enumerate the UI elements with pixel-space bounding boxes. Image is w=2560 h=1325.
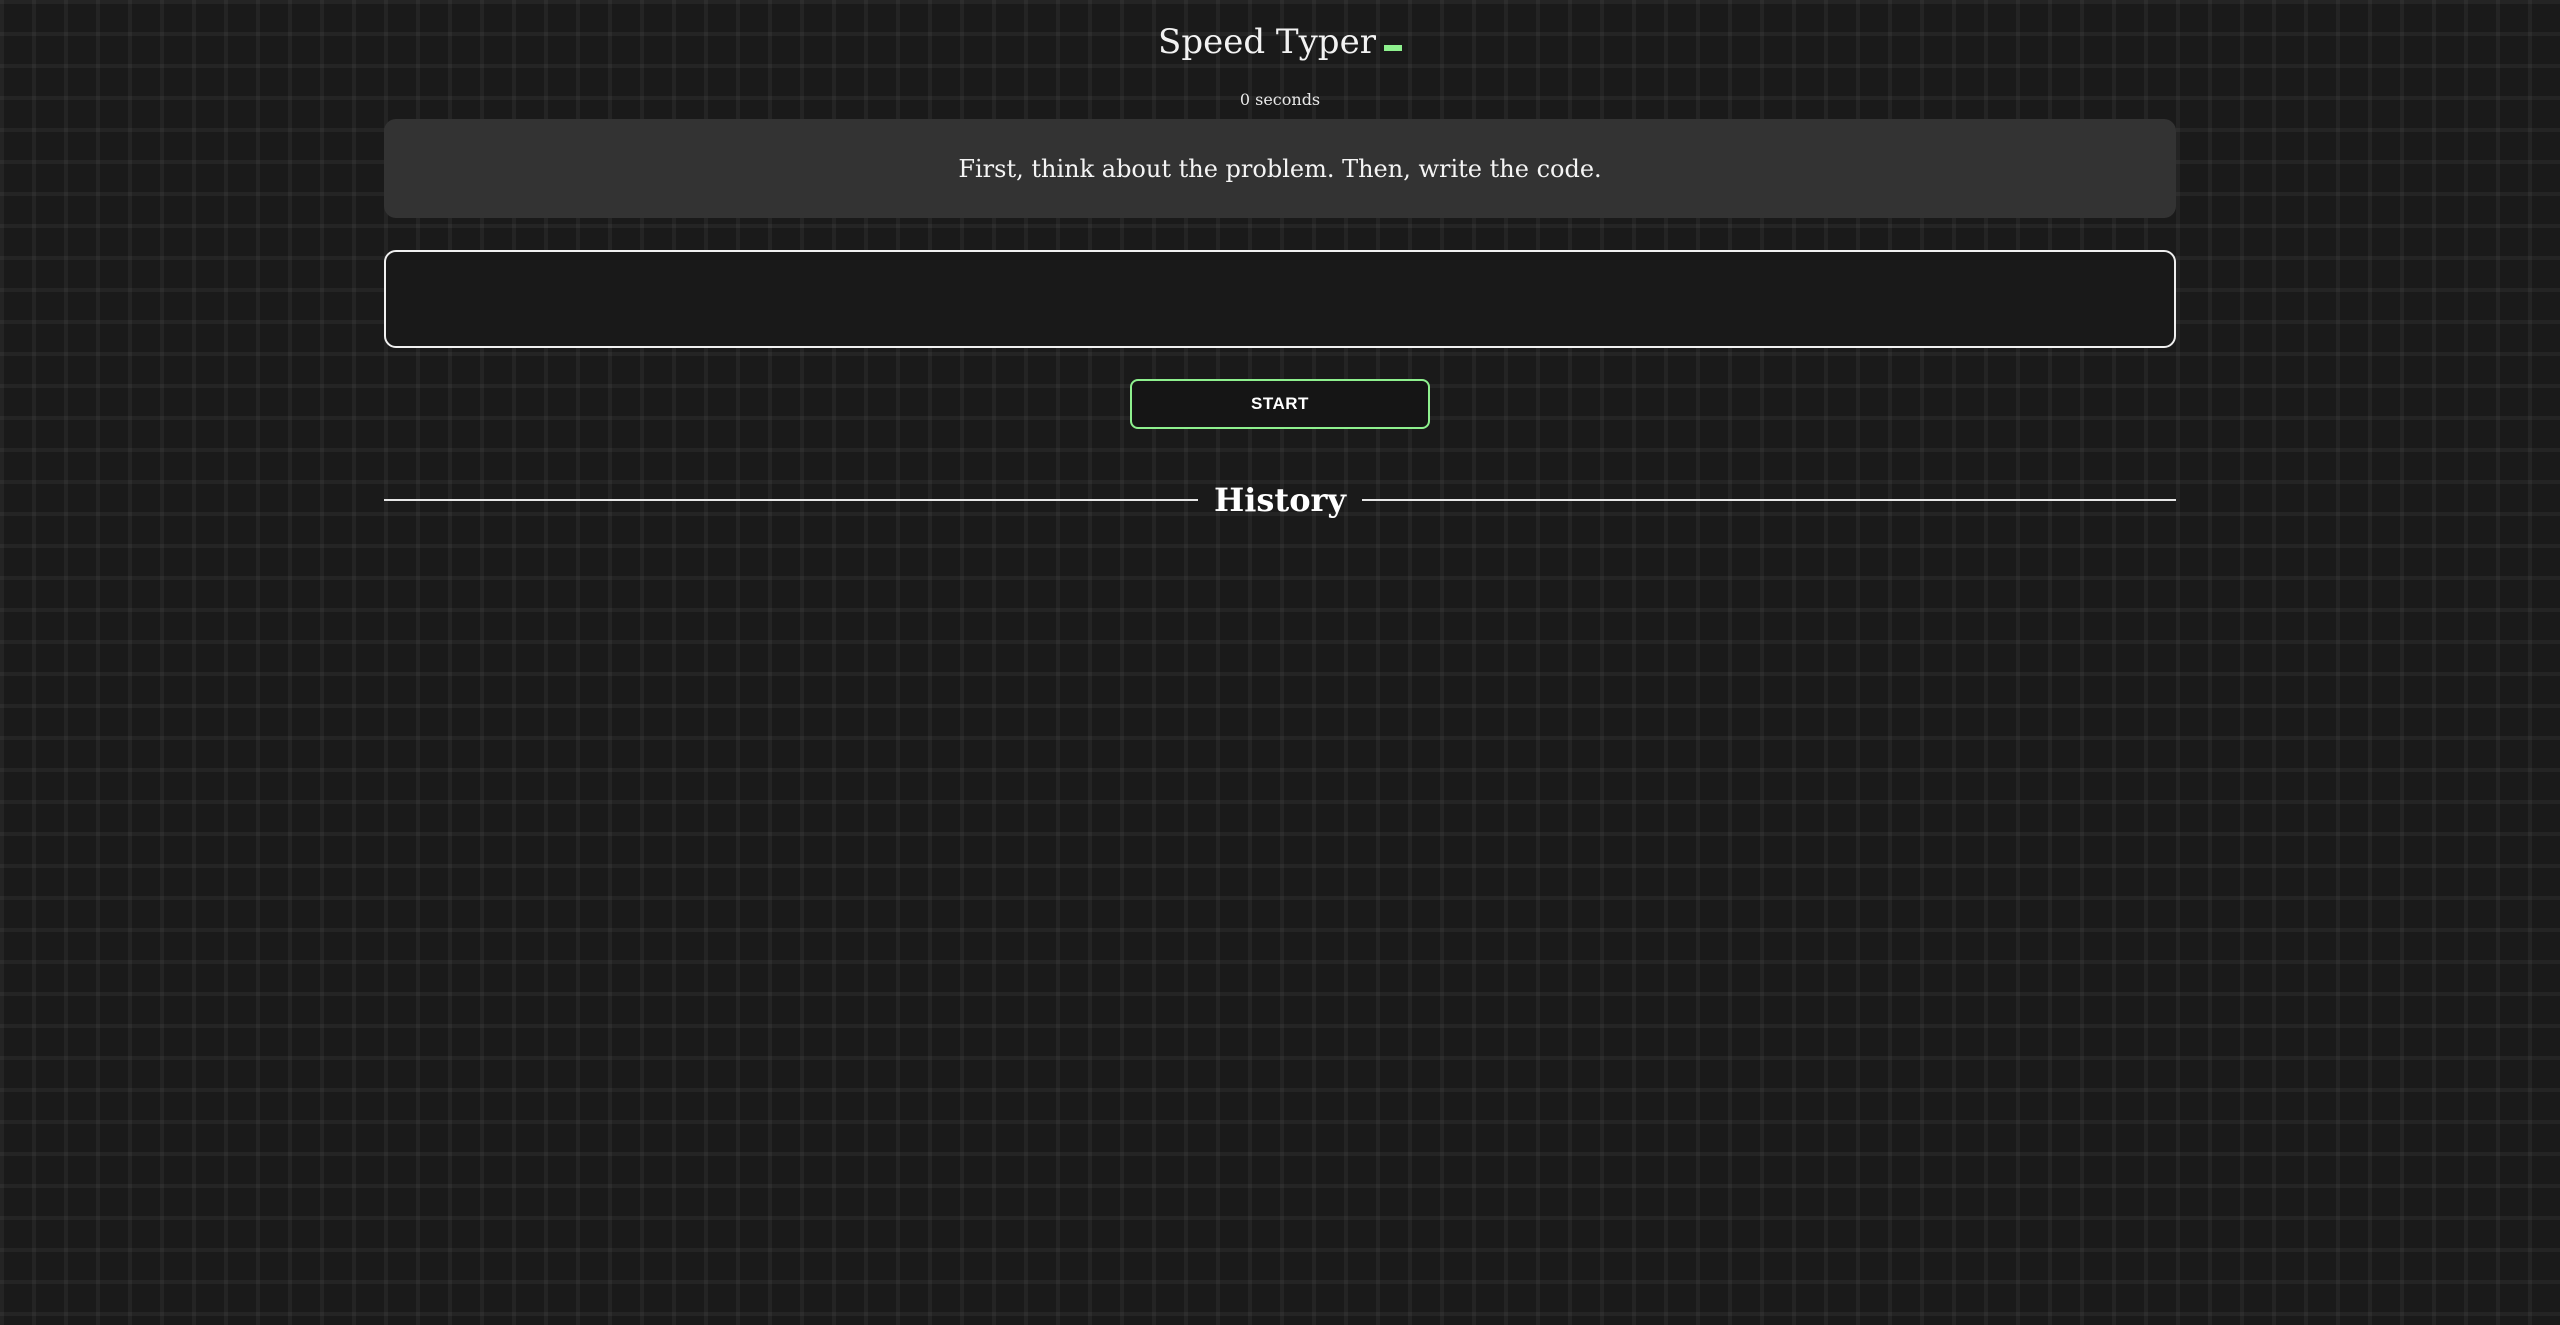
speed-typer-app: Speed Typer 0 seconds First, think about… (0, 0, 2560, 1325)
page-header: Speed Typer (0, 20, 2560, 64)
start-button[interactable]: START (1130, 379, 1430, 429)
prompt-panel: First, think about the problem. Then, wr… (384, 119, 2176, 218)
elapsed-time: 0 seconds (1239, 90, 1321, 109)
prompt-text: First, think about the problem. Then, wr… (958, 154, 1602, 183)
history-title: History (1214, 481, 1346, 519)
history-divider-right (1362, 499, 2177, 501)
history-divider-left (384, 499, 1199, 501)
blinking-cursor-icon (1383, 45, 1402, 51)
history-section-header: History (384, 478, 2177, 522)
page-title: Speed Typer (1158, 22, 1376, 62)
typing-input[interactable] (384, 250, 2176, 348)
